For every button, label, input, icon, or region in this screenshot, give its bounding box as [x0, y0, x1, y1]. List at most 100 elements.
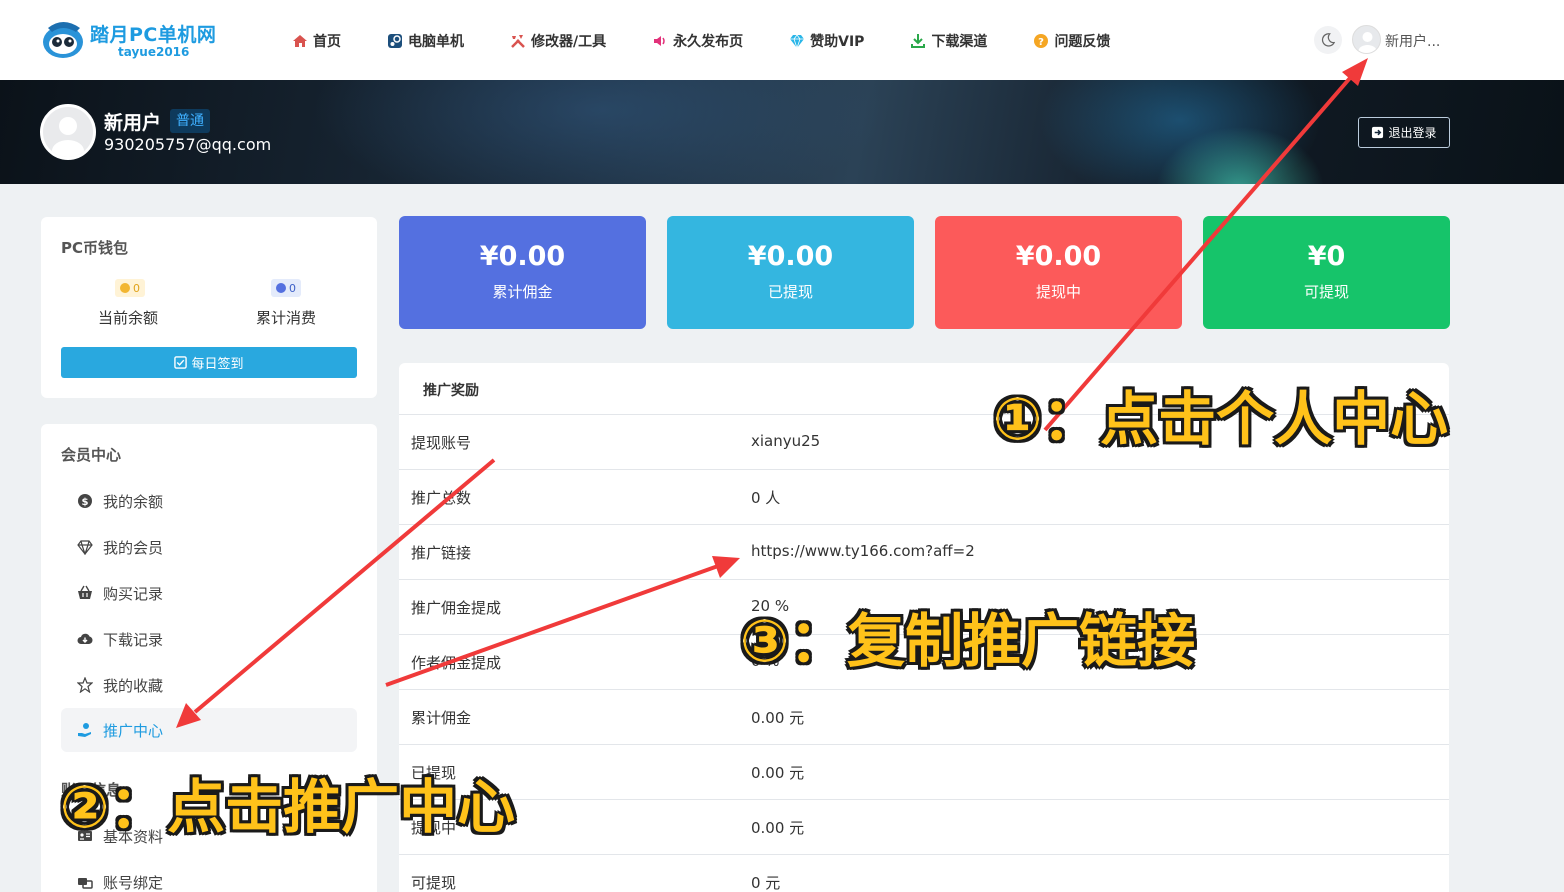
sidebar-item-label: 我的会员 — [103, 538, 164, 557]
coin-icon — [276, 283, 286, 293]
svg-text:$: $ — [82, 497, 89, 508]
home-icon — [293, 35, 307, 47]
cloud-download-icon — [77, 633, 93, 644]
avatar-icon — [1358, 32, 1377, 53]
speaker-icon — [654, 36, 665, 46]
logout-button[interactable]: 退出登录 — [1358, 117, 1450, 148]
nav-download[interactable]: 下载渠道 — [910, 30, 987, 52]
moon-icon — [1321, 33, 1335, 47]
checkbox-icon — [174, 356, 188, 369]
table-row: 可提现 0 元 — [399, 854, 1449, 892]
download-icon — [911, 34, 926, 48]
nav-permanent-page[interactable]: 永久发布页 — [652, 30, 743, 52]
table-row: 推广总数 0 人 — [399, 469, 1449, 524]
nav-label: 下载渠道 — [931, 34, 988, 50]
sidebar-item-label: 我的收藏 — [103, 676, 164, 695]
row-key: 作者佣金提成 — [411, 654, 502, 672]
stat-value: ¥0.00 — [747, 241, 834, 272]
user-avatar[interactable] — [1352, 25, 1381, 54]
stat-label: 提现中 — [1035, 283, 1081, 301]
stat-label: 已提现 — [767, 283, 813, 301]
sign-out-icon — [1372, 126, 1384, 139]
profile-name: 新用户 — [104, 112, 162, 134]
row-value: 0.00 元 — [751, 709, 805, 727]
sidebar-item-membership[interactable]: 我的会员 — [61, 525, 357, 569]
diamond-icon — [790, 34, 805, 49]
dollar-icon: $ — [78, 494, 92, 508]
sidebar-item-balance[interactable]: $ 我的余额 — [61, 479, 357, 523]
row-value: 0 人 — [751, 489, 781, 507]
steam-icon — [388, 34, 402, 48]
annotation-step-3: ③：复制推广链接 — [740, 607, 1196, 675]
row-key: 提现账号 — [411, 434, 472, 452]
member-center-title: 会员中心 — [61, 446, 122, 464]
sidebar-item-favorites[interactable]: 我的收藏 — [61, 663, 357, 707]
profile-email: 930205757@qq.com — [104, 135, 272, 154]
wallet-title: PC币钱包 — [61, 239, 129, 257]
sidebar-item-label: 购买记录 — [103, 584, 164, 603]
row-value: xianyu25 — [751, 432, 821, 450]
main-nav: 首页 电脑单机 修改器/工具 永久发布页 赞助VIP 下载渠道 ? 问题反馈 — [292, 30, 1156, 52]
site-title: 踏月PC单机网 — [90, 24, 217, 46]
svg-text:?: ? — [1039, 37, 1045, 48]
balance-badge: 0 — [115, 279, 145, 297]
nav-label: 问题反馈 — [1054, 34, 1111, 50]
table-row: 推广链接 https://www.ty166.com?aff=2 — [399, 524, 1449, 579]
nav-label: 修改器/工具 — [531, 34, 607, 50]
site-logo[interactable]: 踏月PC单机网 tayue2016 — [40, 16, 225, 62]
stat-withdrawing: ¥0.00 提现中 — [935, 216, 1182, 329]
balance-value: 0 — [133, 281, 140, 295]
sidebar-item-downloads[interactable]: 下载记录 — [61, 617, 357, 661]
user-menu-name[interactable]: 新用户... — [1385, 31, 1440, 51]
stat-value: ¥0 — [1307, 241, 1346, 272]
coin-icon — [120, 283, 130, 293]
stat-value: ¥0.00 — [479, 241, 566, 272]
nav-label: 电脑单机 — [408, 34, 464, 50]
member-level-badge: 普通 — [170, 109, 210, 133]
nav-vip[interactable]: 赞助VIP — [789, 30, 864, 52]
row-value: 0.00 元 — [751, 764, 805, 782]
sidebar-item-purchases[interactable]: 购买记录 — [61, 571, 357, 615]
nav-label: 永久发布页 — [673, 34, 744, 50]
annotation-step-1: ①：点击个人中心 — [993, 385, 1449, 453]
star-icon — [77, 677, 93, 693]
balance-label: 当前余额 — [98, 309, 159, 327]
sidebar-item-label: 下载记录 — [103, 630, 164, 649]
annotation-step-2: ②：点击推广中心 — [60, 773, 516, 841]
logout-label: 退出登录 — [1388, 126, 1437, 140]
row-value: 0 元 — [751, 874, 781, 892]
profile-avatar — [40, 104, 96, 160]
question-icon: ? — [1034, 34, 1049, 48]
diamond-icon — [77, 540, 93, 555]
dark-mode-toggle[interactable] — [1314, 26, 1342, 54]
basket-icon — [78, 585, 92, 599]
tools-icon — [511, 35, 525, 48]
spent-badge: 0 — [271, 279, 301, 297]
row-key: 推广总数 — [411, 489, 472, 507]
sidebar-item-affiliate[interactable]: 推广中心 — [61, 708, 357, 752]
mascot-logo-icon — [43, 22, 83, 58]
profile-banner: 新用户 普通 930205757@qq.com 退出登录 — [0, 80, 1564, 184]
spent-value: 0 — [289, 281, 296, 295]
row-key: 可提现 — [411, 874, 457, 892]
daily-checkin-button[interactable]: 每日签到 — [61, 347, 357, 378]
nav-home[interactable]: 首页 — [292, 30, 341, 52]
sidebar-item-label: 账号绑定 — [103, 873, 164, 892]
nav-tools[interactable]: 修改器/工具 — [510, 30, 606, 52]
nav-feedback[interactable]: ? 问题反馈 — [1033, 30, 1110, 52]
sidebar-item-account-binding[interactable]: 账号绑定 — [61, 860, 357, 892]
nav-pc-games[interactable]: 电脑单机 — [387, 30, 464, 52]
sidebar-item-label: 我的余额 — [103, 492, 164, 511]
top-navbar: 踏月PC单机网 tayue2016 首页 电脑单机 修改器/工具 永久发布页 赞… — [0, 0, 1564, 80]
stat-total-commission: ¥0.00 累计佣金 — [399, 216, 646, 329]
table-row: 已提现 0.00 元 — [399, 744, 1449, 799]
stat-label: 可提现 — [1303, 283, 1349, 301]
affiliate-link[interactable]: https://www.ty166.com?aff=2 — [751, 542, 975, 560]
stat-label: 累计佣金 — [492, 283, 553, 301]
nav-label: 赞助VIP — [810, 34, 865, 50]
row-key: 推广链接 — [411, 544, 472, 562]
stat-withdrawable: ¥0 可提现 — [1203, 216, 1450, 329]
stat-withdrawn: ¥0.00 已提现 — [667, 216, 914, 329]
nav-label: 首页 — [313, 34, 341, 50]
stat-value: ¥0.00 — [1015, 241, 1102, 272]
